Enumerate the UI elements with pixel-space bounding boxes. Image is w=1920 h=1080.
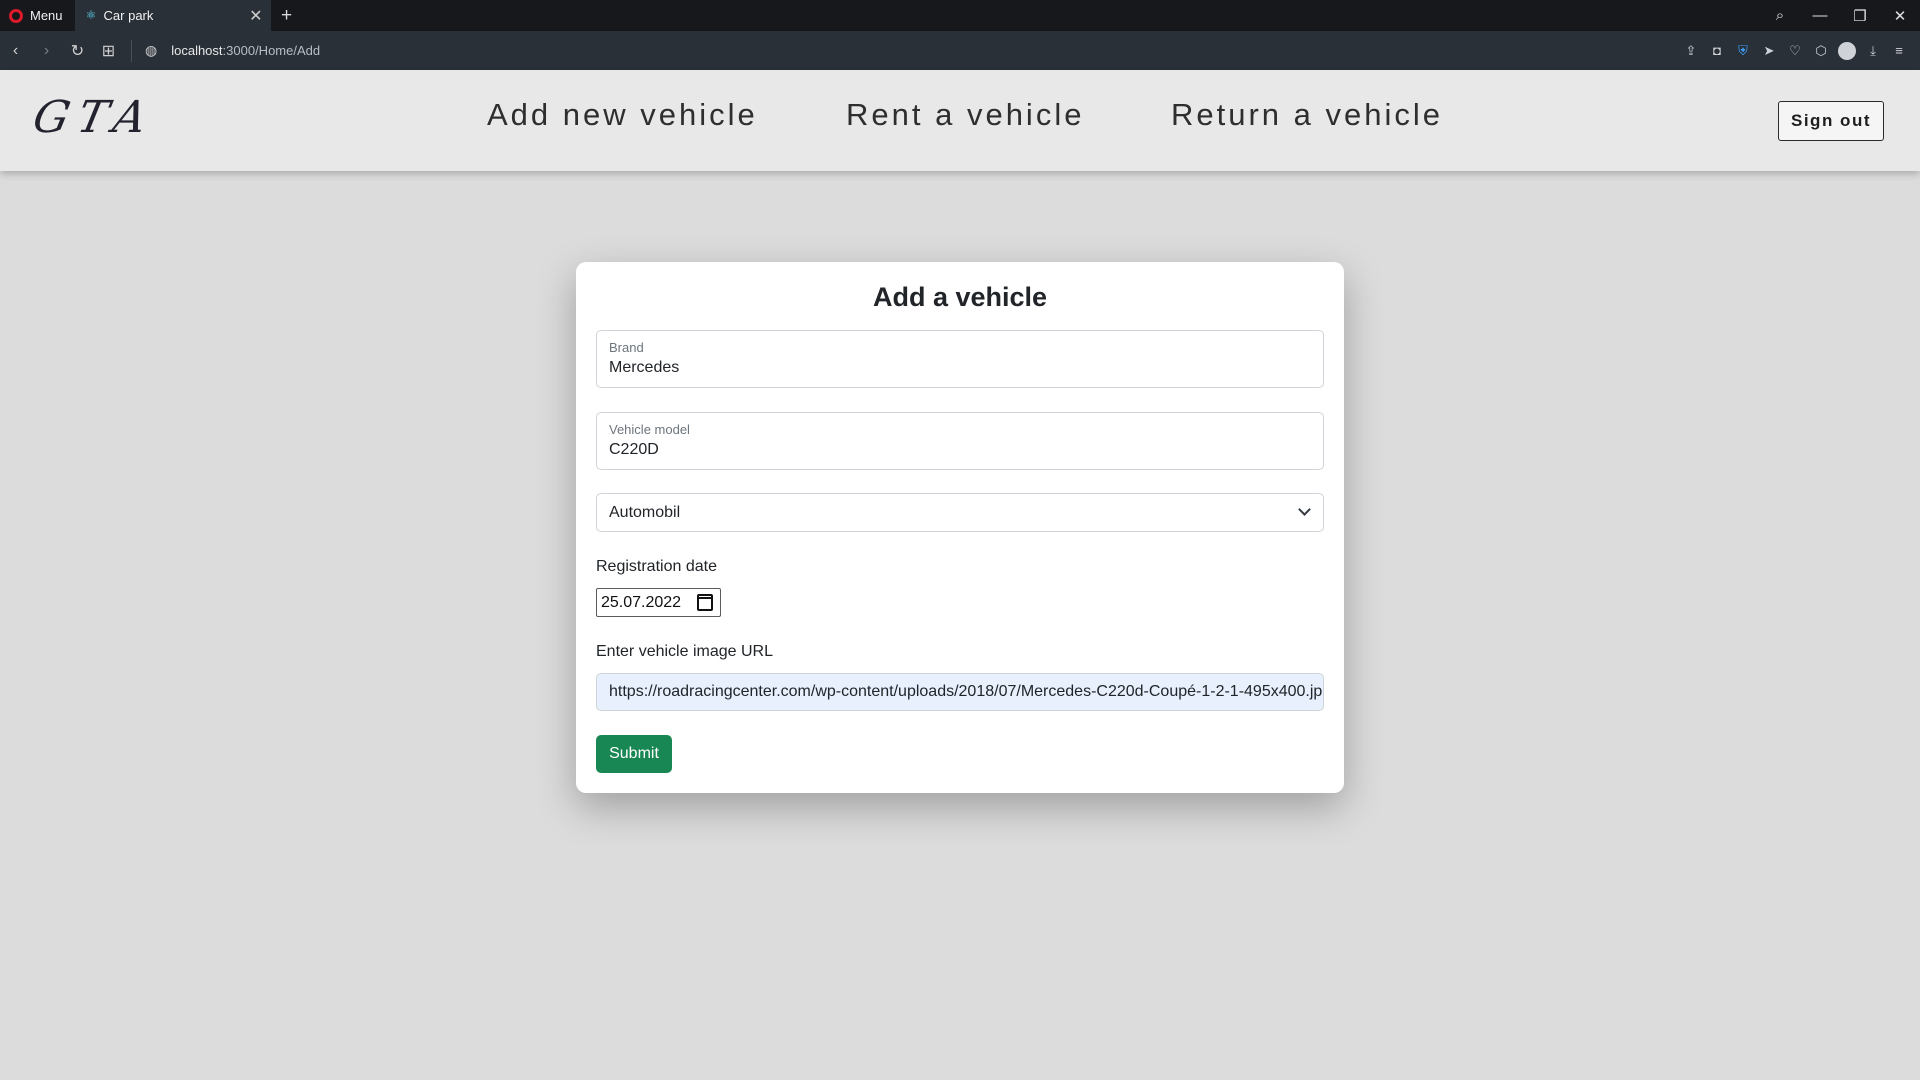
- browser-address-bar: ‹ › ↻ ⊞ ◍ localhost:3000/Home/Add ⇪ ◘ ⛨ …: [0, 31, 1920, 70]
- browser-tab-bar: Menu ⚛ Car park ✕ + ⌕ — ❐ ✕: [0, 0, 1920, 31]
- submit-button[interactable]: Submit: [596, 735, 672, 773]
- back-icon[interactable]: ‹: [0, 42, 31, 60]
- cube-icon[interactable]: ⬡: [1808, 43, 1834, 59]
- nav-return-vehicle[interactable]: Return a vehicle: [1171, 97, 1443, 133]
- vehicle-model-value: C220D: [609, 441, 659, 458]
- nav-rent-vehicle[interactable]: Rent a vehicle: [846, 97, 1084, 133]
- minimize-button[interactable]: —: [1800, 7, 1840, 24]
- close-window-button[interactable]: ✕: [1880, 7, 1920, 25]
- download-icon[interactable]: ⤓: [1860, 43, 1886, 59]
- browser-tab-title: Car park: [103, 8, 154, 23]
- window-controls: ⌕ — ❐ ✕: [1760, 0, 1920, 31]
- site-header: GTA Add new vehicle Rent a vehicle Retur…: [0, 70, 1920, 171]
- brand-field[interactable]: Brand Mercedes: [596, 330, 1324, 388]
- registration-date-input[interactable]: 25.07.2022: [596, 588, 721, 617]
- vehicle-model-field[interactable]: Vehicle model C220D: [596, 412, 1324, 470]
- tab-close-icon[interactable]: ✕: [249, 6, 262, 26]
- address-divider: [131, 39, 132, 62]
- sign-out-button[interactable]: Sign out: [1778, 101, 1884, 141]
- forward-icon[interactable]: ›: [31, 42, 62, 60]
- tab-grid-icon[interactable]: ⊞: [93, 41, 124, 61]
- camera-icon[interactable]: ◘: [1704, 43, 1730, 58]
- browser-tab-active[interactable]: ⚛ Car park ✕: [74, 0, 271, 31]
- restore-button[interactable]: ❐: [1840, 7, 1880, 25]
- reload-icon[interactable]: ↻: [62, 41, 93, 61]
- url-host: localhost: [171, 43, 223, 58]
- vehicle-model-label: Vehicle model: [609, 422, 690, 437]
- send-icon[interactable]: ➤: [1756, 43, 1782, 59]
- registration-date-label: Registration date: [596, 558, 717, 575]
- nav-add-new-vehicle[interactable]: Add new vehicle: [487, 97, 758, 133]
- brand-label: Brand: [609, 340, 644, 355]
- add-vehicle-card: Add a vehicle Brand Mercedes Vehicle mod…: [576, 262, 1344, 793]
- registration-date-value: 25.07.2022: [601, 594, 682, 611]
- calendar-icon[interactable]: [697, 594, 713, 611]
- browser-menu-button[interactable]: Menu: [0, 0, 75, 31]
- vehicle-type-select[interactable]: Automobil: [596, 493, 1324, 532]
- search-tabs-icon[interactable]: ⌕: [1760, 7, 1800, 24]
- site-logo[interactable]: GTA: [29, 92, 161, 143]
- image-url-value: https://roadracingcenter.com/wp-content/…: [609, 683, 1324, 700]
- browser-toolbar-icons: ⇪ ◘ ⛨ ➤ ♡ ⬡ ⤓ ≡: [1678, 41, 1912, 60]
- profile-avatar-icon[interactable]: [1838, 41, 1856, 60]
- browser-menu-label: Menu: [30, 8, 63, 23]
- opera-logo-icon: [9, 8, 23, 23]
- url-path: :3000/Home/Add: [222, 43, 321, 58]
- vehicle-type-value: Automobil: [609, 504, 681, 521]
- site-info-icon[interactable]: ◍: [145, 42, 157, 59]
- url-field[interactable]: localhost:3000/Home/Add: [171, 43, 1678, 58]
- share-icon[interactable]: ⇪: [1678, 43, 1704, 59]
- image-url-input[interactable]: https://roadracingcenter.com/wp-content/…: [596, 673, 1324, 711]
- form-title: Add a vehicle: [872, 282, 1048, 312]
- image-url-label: Enter vehicle image URL: [596, 643, 773, 660]
- brand-value: Mercedes: [609, 359, 680, 376]
- react-favicon-icon: ⚛: [85, 8, 97, 22]
- heart-icon[interactable]: ♡: [1782, 43, 1808, 59]
- chevron-down-icon: [1298, 503, 1311, 516]
- easy-setup-icon[interactable]: ≡: [1886, 43, 1912, 58]
- new-tab-button[interactable]: +: [271, 0, 303, 31]
- vpn-shield-icon[interactable]: ⛨: [1730, 43, 1756, 59]
